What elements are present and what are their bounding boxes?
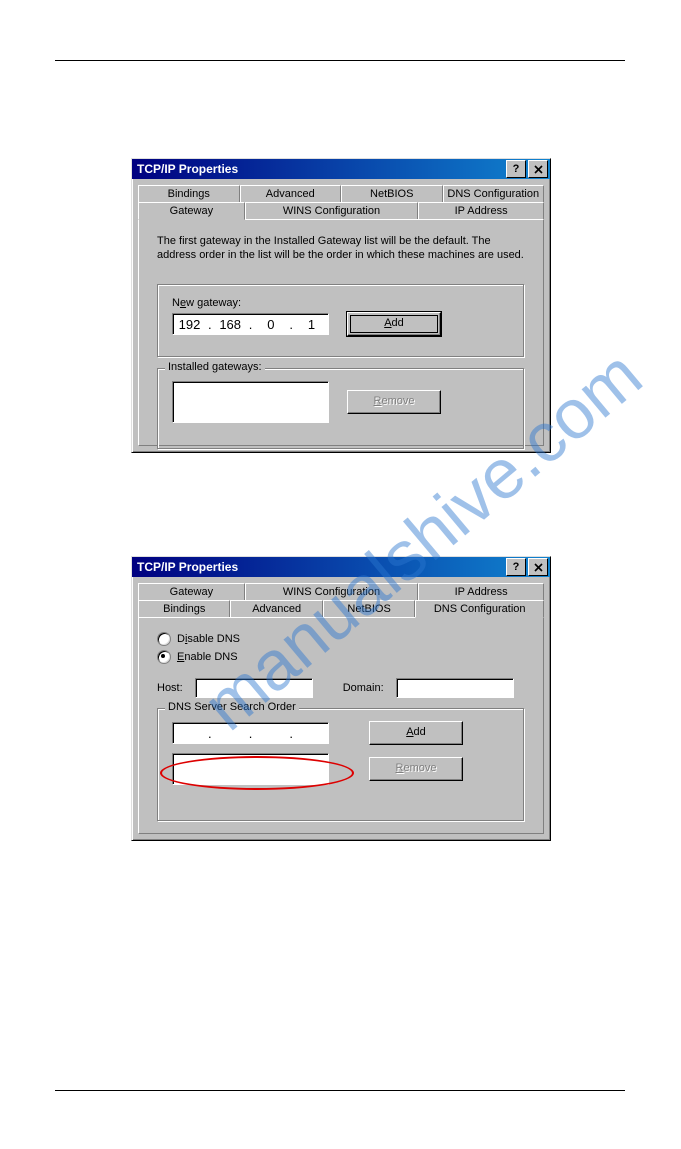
ip-octet-2[interactable] (214, 725, 247, 742)
tab-netbios[interactable]: NetBIOS (323, 600, 415, 617)
dns-server-order-legend: DNS Server Search Order (165, 701, 299, 713)
domain-input[interactable] (396, 678, 514, 698)
dns-server-list[interactable] (172, 753, 329, 785)
page-bottom-rule (55, 1090, 625, 1091)
tab-strip: Bindings Advanced NetBIOS DNS Configurat… (138, 185, 544, 219)
ip-octet-4[interactable] (295, 316, 328, 333)
close-icon (534, 165, 543, 174)
tab-wins-configuration[interactable]: WINS Configuration (245, 583, 418, 600)
tab-dns-configuration[interactable]: DNS Configuration (415, 600, 544, 618)
ip-dot: . (247, 726, 255, 741)
ip-dot: . (206, 317, 214, 332)
titlebar: TCP/IP Properties ? (132, 557, 550, 577)
tab-dns-configuration[interactable]: DNS Configuration (443, 185, 545, 202)
add-button[interactable]: Add (369, 721, 463, 745)
add-button[interactable]: Add (347, 312, 441, 336)
help-button[interactable]: ? (506, 558, 526, 576)
ip-dot: . (287, 317, 295, 332)
tab-wins-configuration[interactable]: WINS Configuration (245, 202, 418, 219)
titlebar-text: TCP/IP Properties (137, 557, 238, 577)
installed-gateways-fieldset: Installed gateways: Remove (157, 368, 525, 450)
tcpip-properties-gateway-dialog: TCP/IP Properties ? Bindings Advanced Ne… (131, 158, 551, 453)
ip-octet-2[interactable] (214, 316, 247, 333)
ip-octet-3[interactable] (254, 725, 287, 742)
tab-ip-address[interactable]: IP Address (418, 202, 544, 219)
tab-advanced[interactable]: Advanced (240, 185, 342, 202)
enable-dns-option[interactable]: Enable DNS (157, 650, 525, 664)
tab-bindings[interactable]: Bindings (138, 600, 230, 617)
installed-gateways-legend: Installed gateways: (165, 361, 265, 373)
tab-gateway[interactable]: Gateway (138, 583, 245, 600)
tab-gateway[interactable]: Gateway (138, 202, 245, 220)
titlebar-text: TCP/IP Properties (137, 159, 238, 179)
radio-icon (157, 632, 171, 646)
disable-dns-label: Disable DNS (177, 633, 240, 645)
tab-bindings[interactable]: Bindings (138, 185, 240, 202)
ip-dot: . (247, 317, 255, 332)
close-icon (534, 563, 543, 572)
host-label: Host: (157, 682, 183, 694)
close-button[interactable] (528, 558, 548, 576)
new-gateway-label: New gateway: (172, 297, 510, 309)
tab-panel-gateway: The first gateway in the Installed Gatew… (138, 219, 544, 446)
titlebar: TCP/IP Properties ? (132, 159, 550, 179)
tab-strip: Gateway WINS Configuration IP Address Bi… (138, 583, 544, 617)
dns-server-order-fieldset: DNS Server Search Order . . . Add Remove (157, 708, 525, 822)
ip-octet-1[interactable] (173, 725, 206, 742)
tab-ip-address[interactable]: IP Address (418, 583, 544, 600)
dns-server-ip-input[interactable]: . . . (172, 722, 329, 744)
domain-label: Domain: (343, 682, 384, 694)
close-button[interactable] (528, 160, 548, 178)
new-gateway-fieldset: New gateway: . . . Add (157, 284, 525, 358)
radio-icon (157, 650, 171, 664)
disable-dns-option[interactable]: Disable DNS (157, 632, 525, 646)
host-input[interactable] (195, 678, 313, 698)
installed-gateways-list[interactable] (172, 381, 329, 423)
enable-dns-label: Enable DNS (177, 651, 238, 663)
new-gateway-ip-input[interactable]: . . . (172, 313, 329, 335)
ip-octet-4[interactable] (295, 725, 328, 742)
ip-dot: . (206, 726, 214, 741)
page-top-rule (55, 60, 625, 61)
ip-dot: . (287, 726, 295, 741)
gateway-description: The first gateway in the Installed Gatew… (157, 234, 525, 262)
tab-panel-dns: Disable DNS Enable DNS Host: Domain: DNS… (138, 617, 544, 834)
ip-octet-1[interactable] (173, 316, 206, 333)
help-button[interactable]: ? (506, 160, 526, 178)
tab-advanced[interactable]: Advanced (230, 600, 322, 617)
ip-octet-3[interactable] (254, 316, 287, 333)
tcpip-properties-dns-dialog: TCP/IP Properties ? Gateway WINS Configu… (131, 556, 551, 841)
remove-button: Remove (347, 390, 441, 414)
remove-button: Remove (369, 757, 463, 781)
tab-netbios[interactable]: NetBIOS (341, 185, 443, 202)
